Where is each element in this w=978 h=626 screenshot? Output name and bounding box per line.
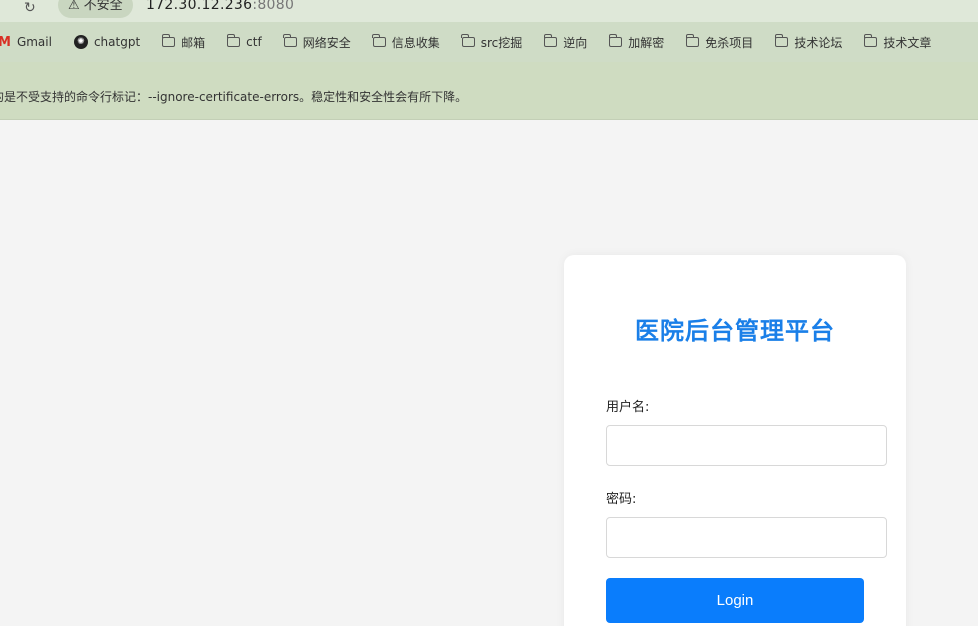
password-input[interactable] [606,517,887,558]
bookmark-folder-av-evasion[interactable]: 免杀项目 [685,34,754,51]
login-card: 医院后台管理平台 用户名: 密码: Login [564,255,906,626]
address-bar: ↻ ⚠ 不安全 172.30.12.236:8080 [0,0,978,22]
folder-icon [608,34,623,47]
folder-icon [461,34,475,47]
folder-icon [774,34,789,47]
page-title: 医院后台管理平台 [635,317,835,345]
bookmark-chatgpt[interactable]: ✺ chatgpt [73,35,141,49]
url-port: :8080 [252,0,295,13]
warning-infobar: 的是不受支持的命令行标记：--ignore-certificate-errors… [0,62,978,120]
bookmark-folder-articles[interactable]: 技术文章 [863,34,932,51]
folder-icon [543,34,558,47]
bookmark-label: ctf [246,35,262,49]
bookmark-label: 免杀项目 [705,35,754,50]
bookmark-label: 技术文章 [883,35,932,50]
security-chip[interactable]: ⚠ 不安全 [58,0,133,18]
bookmark-label: 网络安全 [302,35,351,50]
bookmark-folder-crypto[interactable]: 加解密 [608,34,665,51]
bookmark-label: 技术论坛 [794,35,843,50]
bookmarks-bar: M Gmail ✺ chatgpt 邮箱 ctf 网络安全 信息收集 src挖掘… [0,22,978,62]
bookmark-label: chatgpt [93,35,141,49]
reload-icon[interactable]: ↻ [24,0,36,16]
password-label: 密码: [606,492,637,507]
bookmark-gmail[interactable]: M Gmail [0,35,52,50]
username-input[interactable] [606,425,887,466]
bookmark-folder-netsec[interactable]: 网络安全 [283,34,351,51]
bookmark-label: src挖掘 [480,35,523,50]
gmail-icon: M [0,34,11,50]
folder-icon [372,34,386,47]
folder-icon [161,34,176,47]
warning-icon: ⚠ [68,0,80,13]
bookmark-folder-ctf[interactable]: ctf [226,34,262,49]
bookmark-label: 逆向 [563,35,588,50]
bookmark-folder-mail[interactable]: 邮箱 [161,34,206,51]
url-text[interactable]: 172.30.12.236:8080 [146,0,294,13]
bookmark-folder-forums[interactable]: 技术论坛 [774,34,843,51]
bookmark-label: 邮箱 [181,35,206,50]
folder-icon [685,34,700,47]
login-button[interactable]: Login [606,578,864,623]
folder-icon [226,34,241,47]
chatgpt-icon: ✺ [73,35,88,49]
bookmark-folder-src[interactable]: src挖掘 [461,34,523,51]
folder-icon [863,34,878,47]
username-label: 用户名: [606,400,650,415]
bookmark-folder-recon[interactable]: 信息收集 [372,34,440,51]
url-host: 172.30.12.236 [146,0,253,13]
bookmark-folder-reverse[interactable]: 逆向 [543,34,588,51]
bookmark-label: 信息收集 [391,35,440,50]
security-label: 不安全 [83,0,123,13]
folder-icon [283,34,297,47]
bookmark-label: Gmail [16,35,52,49]
bookmark-label: 加解密 [628,35,665,50]
infobar-text: 的是不受支持的命令行标记：--ignore-certificate-errors… [0,90,468,104]
